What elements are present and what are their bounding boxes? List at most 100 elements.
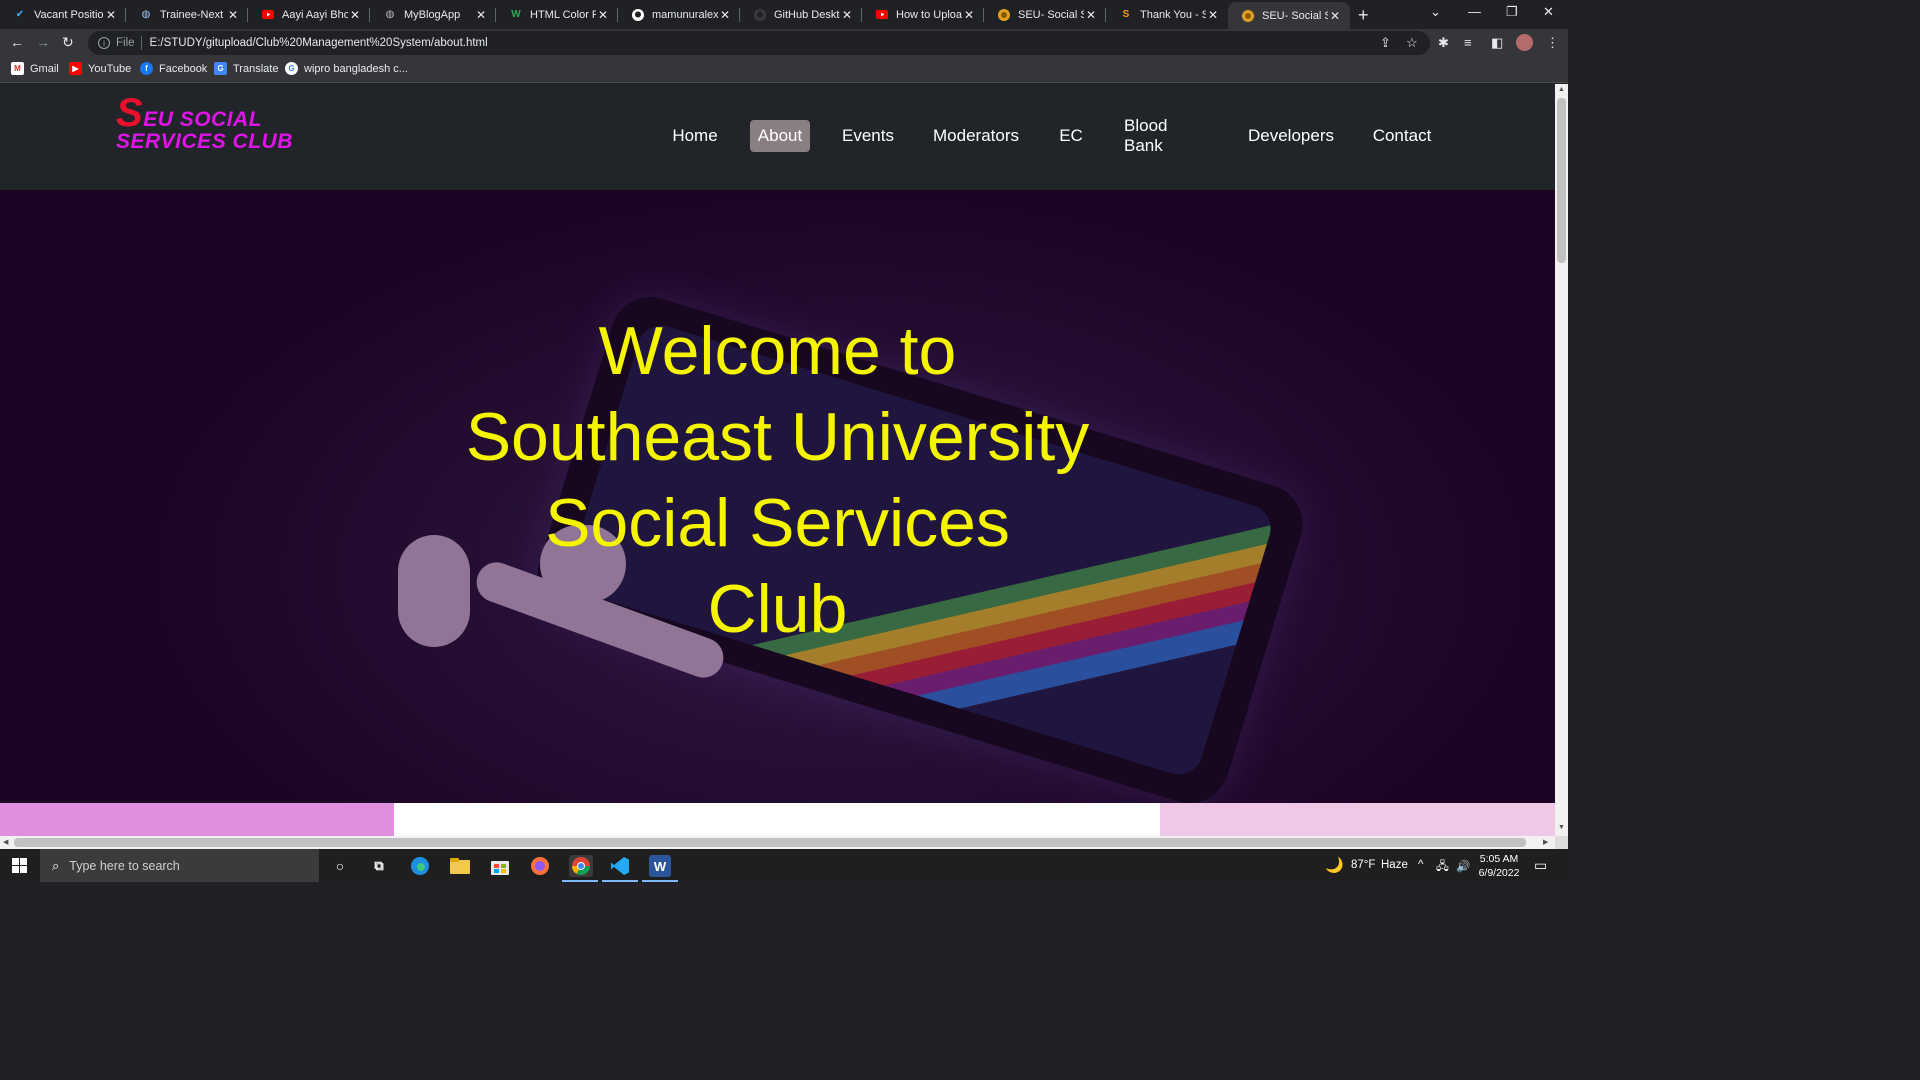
s-icon: S [1122,9,1130,20]
nav-about[interactable]: About [750,120,810,152]
browser-tab[interactable]: W HTML Color Pick ✕ [496,2,618,27]
nav-developers[interactable]: Developers [1242,120,1340,152]
url-text[interactable]: E:/STUDY/gitupload/Club%20Management%20S… [150,37,488,49]
browser-tab[interactable]: ◍ MyBlogApp ✕ [370,2,496,27]
running-app-indicator [602,880,638,882]
browser-tab[interactable]: How to Upload ✕ [862,2,984,27]
chrome-icon[interactable] [569,855,593,877]
taskbar-search[interactable]: ⌕ Type here to search [40,849,319,882]
close-tab-icon[interactable]: ✕ [718,8,732,22]
reload-icon[interactable]: ↻ [62,34,74,51]
nav-ec[interactable]: EC [1051,120,1091,152]
web-page: SEU SOCIAL SERVICES CLUB Home About Even… [0,84,1555,836]
youtube-icon [876,9,888,21]
logo-line-1: EU SOCIAL [143,108,263,131]
browser-tab[interactable]: GitHub Desktop ✕ [740,2,862,27]
hero-heading-line: Club [707,571,848,647]
facebook-icon: f [140,62,153,75]
extensions-icon[interactable]: ✱ [1438,35,1449,51]
scroll-left-icon[interactable]: ◀ [3,838,8,846]
divider [140,36,142,50]
back-icon[interactable]: ← [10,34,24,50]
windows-start-icon[interactable] [12,858,27,873]
horizontal-scroll-thumb[interactable] [14,838,1526,847]
youtube-icon: ▶ [69,62,82,75]
nav-blood-bank[interactable]: Blood Bank [1116,116,1216,155]
scroll-up-icon[interactable]: ▲ [1558,86,1565,93]
chevron-up-icon[interactable]: ^ [1418,859,1423,871]
notification-icon[interactable]: ▭ [1534,857,1547,874]
side-panel-icon[interactable]: ◧ [1491,35,1503,51]
close-tab-icon[interactable]: ✕ [348,8,362,22]
close-tab-icon[interactable]: ✕ [1084,8,1098,22]
bookmark-youtube[interactable]: ▶ YouTube [69,62,131,75]
share-icon[interactable]: ⇪ [1380,35,1391,51]
weather-condition[interactable]: Haze [1381,859,1408,871]
profile-avatar[interactable] [1516,34,1533,51]
menu-icon[interactable]: ⋮ [1546,35,1559,51]
firefox-icon[interactable] [529,855,551,877]
nav-contact[interactable]: Contact [1366,120,1438,152]
close-window-icon[interactable]: ✕ [1543,4,1554,20]
file-explorer-icon[interactable] [449,855,471,877]
system-clock[interactable]: 5:05 AM 6/9/2022 [1476,852,1522,880]
volume-icon[interactable]: 🔊 [1456,859,1470,873]
nav-events[interactable]: Events [835,120,901,152]
info-icon[interactable]: i [98,37,110,49]
tab-search-icon[interactable]: ⌄ [1430,4,1441,20]
close-tab-icon[interactable]: ✕ [474,8,488,22]
bookmark-gmail[interactable]: M Gmail [11,62,59,75]
scroll-down-icon[interactable]: ▼ [1558,824,1565,831]
tab-title: SEU- Social Serv [1018,8,1084,21]
browser-tab-active[interactable]: SEU- Social Serv ✕ [1228,2,1350,29]
restore-icon[interactable]: ❐ [1506,4,1518,20]
cortana-icon[interactable]: ○ [329,855,351,877]
bookmark-wipro[interactable]: G wipro bangladesh c... [285,62,408,75]
w-icon: W [511,9,521,20]
site-logo[interactable]: SEU SOCIAL SERVICES CLUB [116,90,293,154]
hero-heading-line: Southeast University [465,399,1090,475]
minimize-icon[interactable]: — [1468,4,1481,19]
scroll-right-icon[interactable]: ▶ [1543,838,1548,846]
tab-title: Thank You - Sub [1140,8,1206,21]
edge-icon[interactable] [409,855,431,877]
logo-line-2: SERVICES CLUB [116,130,293,153]
browser-tab[interactable]: ✔ Vacant Positions ✕ [0,2,126,27]
task-view-icon[interactable]: ⧉ [368,855,390,877]
forward-icon[interactable]: → [36,34,50,50]
media-control-icon[interactable]: ≡ [1464,35,1472,50]
browser-tab[interactable]: S Thank You - Sub ✕ [1106,2,1228,27]
bookmark-facebook[interactable]: f Facebook [140,62,207,75]
bookmark-translate[interactable]: G Translate [214,62,278,75]
network-icon[interactable]: 🖧 [1436,859,1449,878]
bookmark-label: Translate [233,62,279,75]
store-icon[interactable] [489,855,511,877]
browser-tab[interactable]: Aayi Aayi Bhoot ✕ [248,2,370,27]
browser-tab[interactable]: mamunuralex16 ✕ [618,2,740,27]
close-tab-icon[interactable]: ✕ [104,8,118,22]
close-tab-icon[interactable]: ✕ [596,8,610,22]
browser-tab[interactable]: SEU- Social Serv ✕ [984,2,1106,27]
close-tab-icon[interactable]: ✕ [1328,9,1342,23]
tab-strip: ✔ Vacant Positions ✕ ◍ Trainee-Next Bu ✕… [0,0,1568,29]
word-icon[interactable]: W [649,855,671,877]
weather-temp[interactable]: 87°F [1351,859,1375,871]
address-bar[interactable]: i File E:/STUDY/gitupload/Club%20Managem… [88,31,1430,55]
close-tab-icon[interactable]: ✕ [962,8,976,22]
horizontal-scrollbar[interactable]: ◀ ▶ [0,836,1555,849]
vertical-scroll-thumb[interactable] [1557,98,1566,263]
browser-tab[interactable]: ◍ Trainee-Next Bu ✕ [126,2,248,27]
vertical-scrollbar[interactable]: ▲ ▼ [1555,84,1568,836]
weather-icon[interactable]: 🌙 [1325,856,1344,874]
nav-home[interactable]: Home [665,120,725,152]
vscode-icon[interactable] [609,855,631,877]
new-tab-icon[interactable]: + [1358,5,1369,26]
bookmark-star-icon[interactable]: ☆ [1406,35,1418,51]
close-tab-icon[interactable]: ✕ [1206,8,1220,22]
close-tab-icon[interactable]: ✕ [840,8,854,22]
browser-toolbar: ← → ↻ i File E:/STUDY/gitupload/Club%20M… [0,29,1568,57]
nav-moderators[interactable]: Moderators [927,120,1025,152]
youtube-icon [262,9,274,21]
globe-icon: ◍ [385,9,395,20]
close-tab-icon[interactable]: ✕ [226,8,240,22]
